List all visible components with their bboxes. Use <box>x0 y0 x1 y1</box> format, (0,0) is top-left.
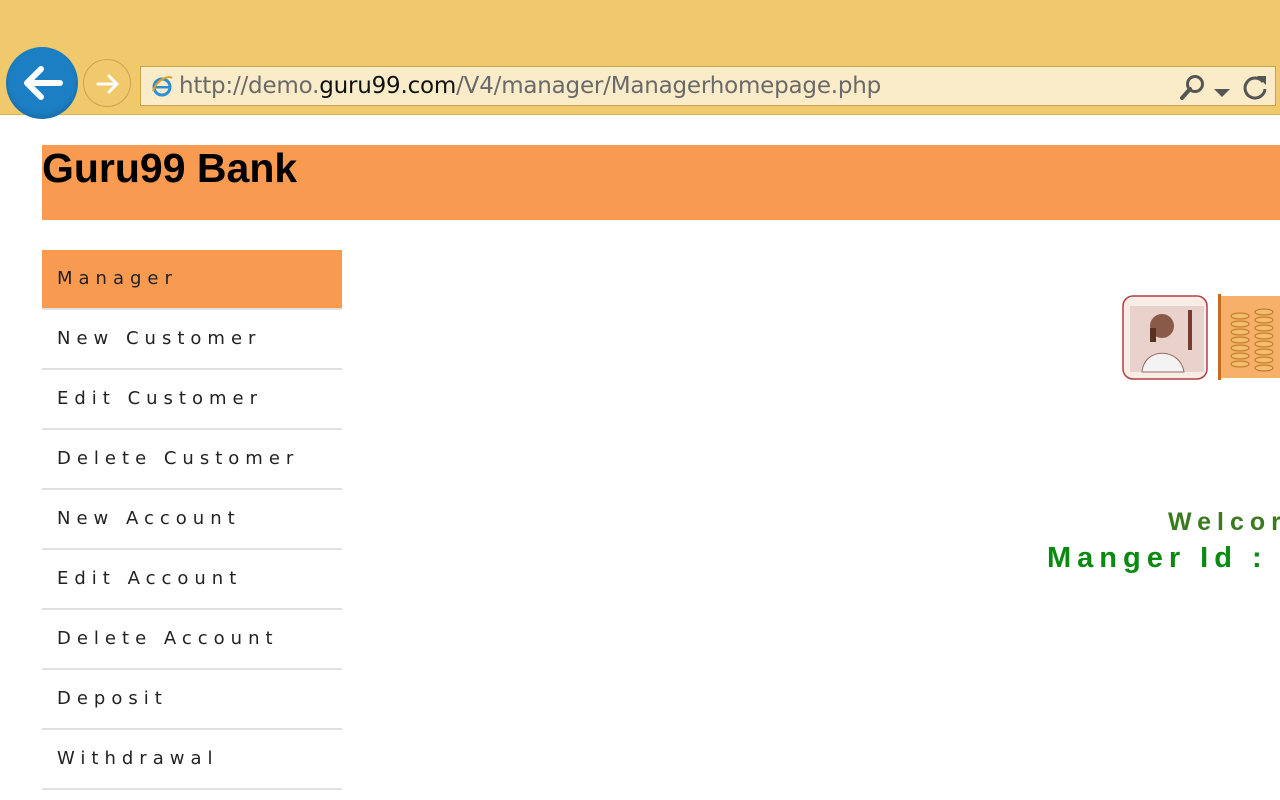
sidebar-item-new-customer[interactable]: New Customer <box>42 310 342 370</box>
banner-image <box>1122 292 1280 380</box>
sidebar-item-label[interactable]: Delete Customer <box>57 448 299 469</box>
sidebar-item-delete-account[interactable]: Delete Account <box>42 610 342 670</box>
back-arrow-icon <box>24 66 63 100</box>
forward-button[interactable] <box>83 59 131 107</box>
browser-toolbar: http://demo.guru99.com/V4/manager/Manage… <box>0 0 1280 119</box>
forward-arrow-icon <box>96 74 119 94</box>
welcome-message: Welcor <box>1168 508 1280 536</box>
sidebar-item-label[interactable]: Manager <box>57 268 178 289</box>
sidebar-item-label[interactable]: Withdrawal <box>57 748 218 769</box>
sidebar-item-label[interactable]: New Customer <box>57 328 261 349</box>
sidebar-item-label[interactable]: Delete Account <box>57 628 279 649</box>
sidebar-item-manager[interactable]: Manager <box>42 250 342 310</box>
sidebar-item-label[interactable]: Edit Customer <box>57 388 263 409</box>
sidebar-item-label[interactable]: New Account <box>57 508 241 529</box>
manager-id-text: Manger Id : r <box>1047 542 1280 574</box>
sidebar-item-new-account[interactable]: New Account <box>42 490 342 550</box>
sidebar-item-withdrawal[interactable]: Withdrawal <box>42 730 342 790</box>
back-button[interactable] <box>6 47 78 119</box>
site-title: Guru99 Bank <box>42 145 298 191</box>
search-icon[interactable] <box>1179 73 1207 105</box>
sidebar-item-edit-customer[interactable]: Edit Customer <box>42 370 342 430</box>
sidebar-item-delete-customer[interactable]: Delete Customer <box>42 430 342 490</box>
sidebar-item-label[interactable]: Edit Account <box>57 568 242 589</box>
sidebar-item-edit-account[interactable]: Edit Account <box>42 550 342 610</box>
address-bar[interactable]: http://demo.guru99.com/V4/manager/Manage… <box>140 66 1276 106</box>
url-text: http://demo.guru99.com/V4/manager/Manage… <box>179 73 882 99</box>
refresh-icon[interactable] <box>1241 73 1269 105</box>
sidebar-item-label[interactable]: Deposit <box>57 688 168 709</box>
ie-icon <box>151 75 173 101</box>
site-header: Guru99 Bank <box>42 145 1280 220</box>
sidebar-menu: Manager New Customer Edit Customer Delet… <box>42 250 342 790</box>
sidebar-item-deposit[interactable]: Deposit <box>42 670 342 730</box>
chevron-down-icon[interactable] <box>1213 83 1231 102</box>
